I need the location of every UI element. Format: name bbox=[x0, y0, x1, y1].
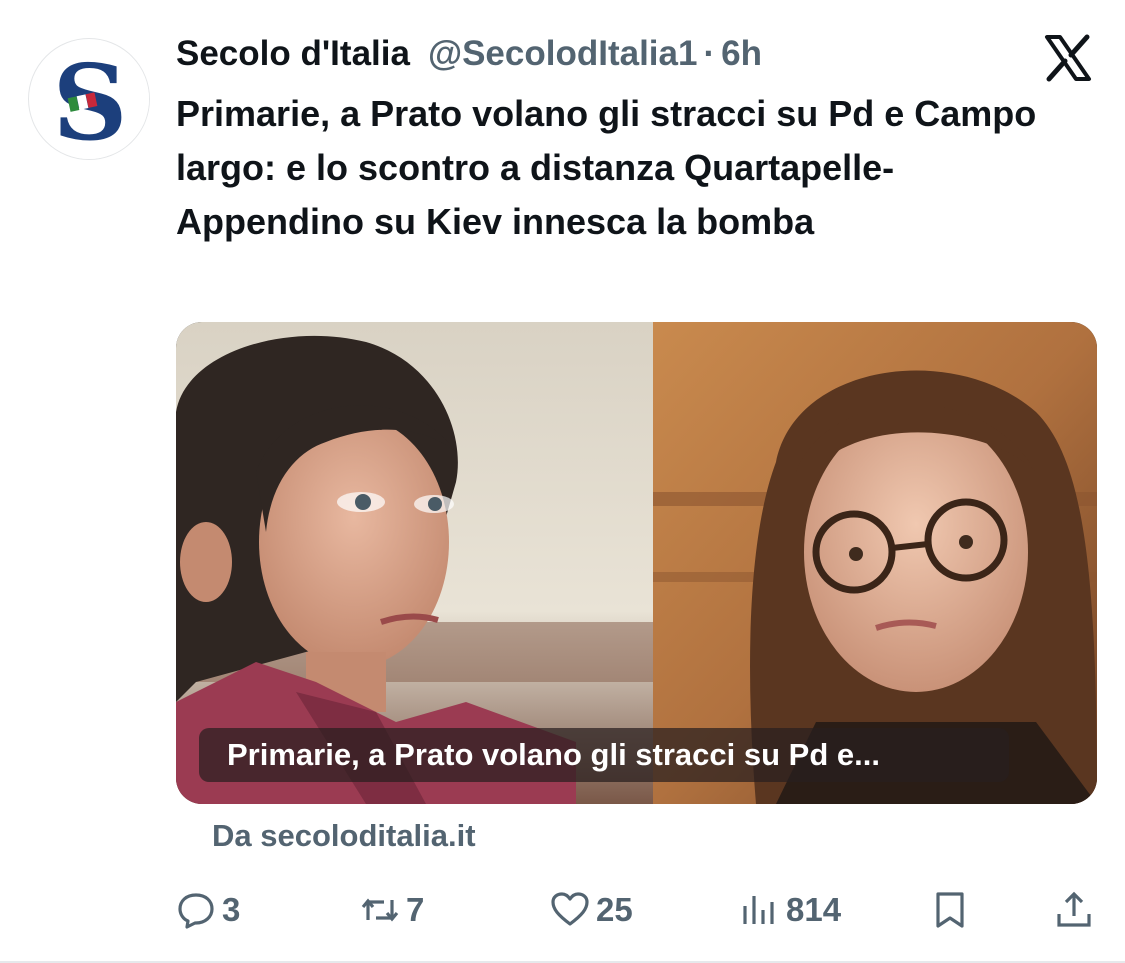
bookmark-icon bbox=[936, 892, 964, 928]
views-button[interactable]: 814 bbox=[740, 880, 841, 940]
heart-icon bbox=[551, 892, 589, 926]
tweet-card[interactable]: S Secolo d'Italia @SecolodItalia1 · 6h P… bbox=[0, 0, 1125, 963]
link-card-title[interactable]: Primarie, a Prato volano gli stracci su … bbox=[199, 728, 1009, 782]
like-button[interactable]: 25 bbox=[550, 880, 633, 940]
bookmark-button[interactable] bbox=[930, 880, 970, 940]
repost-count: 7 bbox=[406, 891, 425, 928]
separator-dot: · bbox=[703, 34, 716, 73]
share-button[interactable] bbox=[1054, 880, 1094, 940]
tweet-text: Primarie, a Prato volano gli stracci su … bbox=[176, 93, 1037, 242]
x-logo-icon bbox=[1043, 33, 1093, 83]
views-count: 814 bbox=[786, 891, 842, 928]
avatar[interactable]: S bbox=[28, 38, 150, 160]
like-count: 25 bbox=[596, 891, 633, 928]
share-icon bbox=[1057, 891, 1091, 927]
reply-icon bbox=[178, 893, 214, 929]
repost-icon bbox=[361, 898, 399, 922]
action-bar: 3 7 25 814 bbox=[0, 880, 1125, 940]
reply-button[interactable]: 3 bbox=[176, 880, 240, 940]
views-chart-icon bbox=[743, 896, 774, 924]
user-handle[interactable]: @SecolodItalia1 bbox=[428, 34, 698, 74]
secolo-ditalia-logo-icon: S bbox=[30, 40, 149, 159]
repost-button[interactable]: 7 bbox=[360, 880, 424, 940]
tweet-header: Secolo d'Italia @SecolodItalia1 · 6h bbox=[176, 34, 1025, 80]
reply-count: 3 bbox=[222, 891, 241, 928]
link-preview-card[interactable]: Primarie, a Prato volano gli stracci su … bbox=[176, 322, 1097, 804]
tweet-timestamp[interactable]: 6h bbox=[721, 34, 762, 74]
display-name[interactable]: Secolo d'Italia bbox=[176, 34, 410, 74]
link-source[interactable]: Da secoloditalia.it bbox=[212, 818, 476, 854]
